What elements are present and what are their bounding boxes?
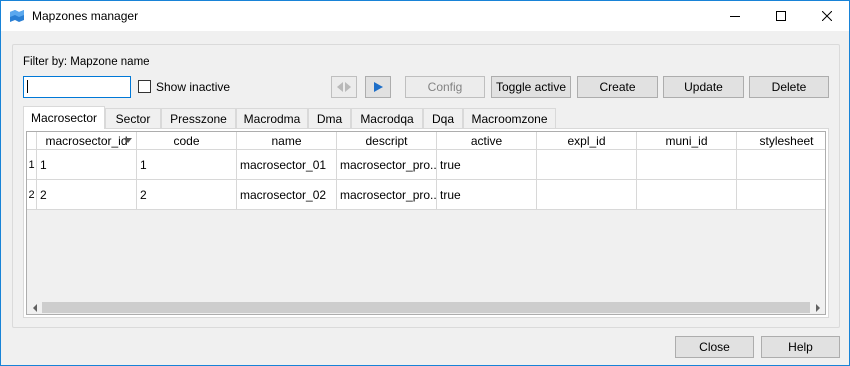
table-cell[interactable] xyxy=(537,180,637,210)
column-header-code[interactable]: code xyxy=(137,132,237,150)
column-header-label: macrosector_id xyxy=(45,133,128,148)
table-cell[interactable] xyxy=(737,180,825,210)
tab-macrodma[interactable]: Macrodma xyxy=(236,108,308,129)
tab-sector[interactable]: Sector xyxy=(105,108,161,129)
show-inactive-label[interactable]: Show inactive xyxy=(156,80,230,94)
table-cell[interactable]: 1 xyxy=(37,150,137,180)
close-window-button[interactable] xyxy=(804,1,850,31)
tab-presszone[interactable]: Presszone xyxy=(161,108,236,129)
tab-dma[interactable]: Dma xyxy=(308,108,351,129)
update-button[interactable]: Update xyxy=(663,76,744,98)
table-cell[interactable] xyxy=(537,150,637,180)
table-cell[interactable] xyxy=(737,150,825,180)
scroll-right-icon xyxy=(815,303,820,312)
minimize-button[interactable] xyxy=(712,1,758,31)
table-cell[interactable]: 1 xyxy=(137,150,237,180)
help-button[interactable]: Help xyxy=(761,336,840,358)
table-cell[interactable]: 2 xyxy=(37,180,137,210)
sort-descending-icon xyxy=(124,138,132,143)
row-header-1[interactable]: 1 xyxy=(27,150,37,180)
column-header-active[interactable]: active xyxy=(437,132,537,150)
scroll-left-button[interactable] xyxy=(27,300,42,314)
play-icon xyxy=(374,82,383,92)
title-bar[interactable]: Mapzones manager xyxy=(1,1,849,31)
scroll-left-icon xyxy=(32,303,37,312)
close-icon xyxy=(822,11,832,21)
column-header-muni-id[interactable]: muni_id xyxy=(637,132,737,150)
table-cell[interactable] xyxy=(637,180,737,210)
table-cell[interactable] xyxy=(637,150,737,180)
mapzones-manager-window: Mapzones manager Filter by: Mapzone name… xyxy=(0,0,850,366)
table-cell[interactable]: macrosector_pro... xyxy=(337,180,437,210)
column-header-macrosector-id[interactable]: macrosector_id xyxy=(37,132,137,150)
show-inactive-checkbox[interactable] xyxy=(138,80,151,93)
table-cell[interactable]: macrosector_pro... xyxy=(337,150,437,180)
toggle-active-button[interactable]: Toggle active xyxy=(491,76,571,98)
table-cell[interactable]: macrosector_01 xyxy=(237,150,337,180)
table-cell[interactable]: 2 xyxy=(137,180,237,210)
app-icon xyxy=(9,9,25,23)
double-arrow-icon xyxy=(337,82,351,92)
minimize-icon xyxy=(730,16,740,17)
run-button[interactable] xyxy=(365,76,391,98)
column-header-expl-id[interactable]: expl_id xyxy=(537,132,637,150)
row-header-2[interactable]: 2 xyxy=(27,180,37,210)
tab-macrodqa[interactable]: Macrodqa xyxy=(351,108,423,129)
scrollbar-thumb[interactable] xyxy=(42,302,810,313)
table-viewport: macrosector_id code name descript active… xyxy=(27,132,825,299)
filter-label: Filter by: Mapzone name xyxy=(23,56,150,68)
prev-zone-button[interactable] xyxy=(331,76,357,98)
tab-macroomzone[interactable]: Macroomzone xyxy=(463,108,556,129)
table-corner[interactable] xyxy=(27,132,37,150)
scroll-right-button[interactable] xyxy=(810,300,825,314)
column-header-descript[interactable]: descript xyxy=(337,132,437,150)
config-button[interactable]: Config xyxy=(405,76,485,98)
horizontal-scrollbar[interactable] xyxy=(27,299,825,314)
mapzone-name-filter-input[interactable] xyxy=(23,76,131,98)
mapzone-tabbar: Macrosector Sector Presszone Macrodma Dm… xyxy=(23,106,829,129)
column-header-stylesheet[interactable]: stylesheet xyxy=(737,132,825,150)
create-button[interactable]: Create xyxy=(577,76,658,98)
column-header-name[interactable]: name xyxy=(237,132,337,150)
text-caret xyxy=(27,80,28,93)
maximize-button[interactable] xyxy=(758,1,804,31)
tab-macrosector[interactable]: Macrosector xyxy=(23,106,105,129)
close-button[interactable]: Close xyxy=(675,336,754,358)
maximize-icon xyxy=(776,11,786,21)
table-cell[interactable]: macrosector_02 xyxy=(237,180,337,210)
window-title: Mapzones manager xyxy=(32,9,139,23)
table-cell[interactable]: true xyxy=(437,150,537,180)
macrosector-table[interactable]: macrosector_id code name descript active… xyxy=(26,131,826,315)
table-cell[interactable]: true xyxy=(437,180,537,210)
delete-button[interactable]: Delete xyxy=(749,76,829,98)
tab-dqa[interactable]: Dqa xyxy=(423,108,463,129)
